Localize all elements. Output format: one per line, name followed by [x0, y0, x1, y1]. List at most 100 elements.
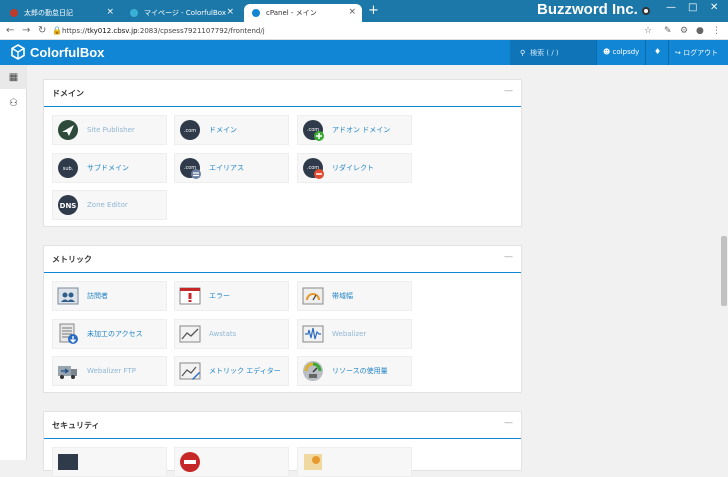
- sidebar-item-users[interactable]: ⚇: [0, 91, 27, 115]
- svg-text:.com: .com: [184, 128, 196, 134]
- user-name: colpsdy: [612, 48, 640, 56]
- visitors-icon: [57, 287, 79, 305]
- reload-icon[interactable]: ↻: [38, 25, 46, 37]
- user-icon: ☻: [603, 48, 611, 56]
- browser-tab[interactable]: 太郎の勤怠日記 ×: [2, 4, 120, 22]
- collapse-icon[interactable]: —: [504, 252, 513, 262]
- item-label: 帯域幅: [332, 292, 353, 300]
- collapse-icon[interactable]: —: [504, 418, 513, 428]
- bell-icon[interactable]: ♦: [654, 47, 661, 56]
- redirects-link[interactable]: .com リダイレクト: [297, 153, 412, 183]
- site-publisher-icon: [58, 120, 78, 140]
- panel-header[interactable]: ドメイン —: [44, 80, 521, 107]
- window-title: Buzzword Inc.: [537, 1, 638, 18]
- record-icon: [642, 7, 650, 15]
- user-menu[interactable]: ☻ colpsdy: [603, 48, 639, 56]
- brand-name: ColorfulBox: [30, 44, 105, 60]
- zone-editor-link[interactable]: DNS Zone Editor: [52, 190, 167, 220]
- browser-tab[interactable]: マイページ - ColorfulBox ×: [122, 4, 240, 22]
- browser-tabstrip: 太郎の勤怠日記 × マイページ - ColorfulBox × cPanel -…: [0, 0, 728, 22]
- close-icon[interactable]: ×: [226, 7, 234, 17]
- forward-icon[interactable]: →: [22, 25, 30, 37]
- addon-domains-link[interactable]: .com アドオン ドメイン: [297, 115, 412, 145]
- item-label: Zone Editor: [87, 201, 128, 209]
- tab-title: マイページ - ColorfulBox: [144, 9, 226, 17]
- webalizer-icon: [302, 325, 324, 343]
- awstats-icon: [179, 325, 201, 343]
- panel-header[interactable]: セキュリティ —: [44, 412, 521, 439]
- panel-header[interactable]: メトリック —: [44, 246, 521, 273]
- bandwidth-link[interactable]: 帯域幅: [297, 281, 412, 311]
- bandwidth-icon: [302, 287, 324, 305]
- item-label: リダイレクト: [332, 164, 374, 172]
- svg-text:sub.: sub.: [63, 166, 74, 172]
- addon-domain-icon: .com: [303, 120, 324, 141]
- tab-favicon-icon: [10, 9, 18, 17]
- url-scheme: https://: [62, 27, 88, 35]
- webalizer-ftp-icon: [58, 366, 77, 379]
- errors-link[interactable]: エラー: [174, 281, 289, 311]
- panel-metrics: メトリック — 訪問者 エラー 帯域幅 未加工のアクセス Awstats Web…: [43, 245, 522, 393]
- webalizer-link[interactable]: Webalizer: [297, 319, 412, 349]
- domains-link[interactable]: .com ドメイン: [174, 115, 289, 145]
- url-path: :2083/cpsess7921107792/frontend/j: [137, 27, 265, 35]
- menu-icon[interactable]: ⋮: [712, 25, 721, 37]
- panel-title: セキュリティ: [52, 421, 100, 430]
- new-tab-button[interactable]: +: [368, 3, 379, 19]
- sidebar-item-home[interactable]: ▦: [0, 65, 27, 89]
- error-icon: [179, 287, 201, 305]
- url-field[interactable]: https://tky012.cbsv.jp:2083/cpsess792110…: [62, 24, 265, 38]
- panel-security: セキュリティ —: [43, 411, 522, 477]
- address-bar-row: ← → ↻ 🔒 https://tky012.cbsv.jp:2083/cpse…: [0, 22, 728, 40]
- item-label: 訪問者: [87, 292, 108, 300]
- logout-button[interactable]: ↪ ログアウト: [675, 48, 718, 58]
- panel-domains: ドメイン — Site Publisher .com ドメイン .com アドオ…: [43, 79, 522, 227]
- maximize-button[interactable]: □: [688, 2, 697, 13]
- header-divider: [668, 40, 669, 65]
- ssh-icon: [58, 454, 78, 470]
- collapse-icon[interactable]: —: [504, 86, 513, 96]
- visitors-link[interactable]: 訪問者: [52, 281, 167, 311]
- search-icon: ⚲: [520, 48, 526, 57]
- brand-logo[interactable]: ColorfulBox: [10, 44, 104, 60]
- scrollbar-thumb[interactable]: [721, 236, 727, 306]
- lock-icon: 🔒: [52, 26, 62, 35]
- close-icon[interactable]: ×: [106, 7, 114, 17]
- extension-icon[interactable]: ✎: [664, 25, 672, 37]
- metrics-editor-link[interactable]: メトリック エディター: [174, 356, 289, 386]
- item-label: アドオン ドメイン: [332, 126, 391, 134]
- back-icon[interactable]: ←: [6, 25, 14, 37]
- users-icon: ⚇: [9, 97, 18, 109]
- item-label: エラー: [209, 292, 230, 300]
- security-item[interactable]: [297, 447, 412, 477]
- security-item[interactable]: [174, 447, 289, 477]
- browser-tab-active[interactable]: cPanel - メイン ×: [244, 4, 362, 22]
- profile-icon[interactable]: ●: [696, 25, 704, 37]
- close-icon[interactable]: ×: [348, 7, 356, 17]
- awstats-link[interactable]: Awstats: [174, 319, 289, 349]
- security-item[interactable]: [52, 447, 167, 477]
- metrics-editor-icon: [179, 362, 201, 380]
- subdomains-link[interactable]: sub. サブドメイン: [52, 153, 167, 183]
- logout-label: ログアウト: [683, 49, 719, 57]
- search-input[interactable]: ⚲ 検索 ( / ): [510, 40, 596, 65]
- subdomain-icon: sub.: [58, 158, 78, 178]
- tab-title: 太郎の勤怠日記: [24, 9, 73, 17]
- star-icon[interactable]: ☆: [644, 25, 652, 37]
- ssl-icon: [304, 454, 322, 470]
- header-divider: [596, 40, 597, 65]
- item-label: ドメイン: [209, 126, 237, 134]
- raw-access-icon: [59, 323, 78, 344]
- minimize-button[interactable]: —: [666, 2, 676, 13]
- site-publisher-link[interactable]: Site Publisher: [52, 115, 167, 145]
- tab-favicon-icon: [130, 9, 138, 17]
- grid-icon: ▦: [8, 71, 19, 83]
- raw-access-link[interactable]: 未加工のアクセス: [52, 319, 167, 349]
- item-label: 未加工のアクセス: [87, 330, 143, 338]
- window-close-button[interactable]: ✕: [710, 2, 718, 13]
- item-label: Site Publisher: [87, 126, 135, 134]
- resource-usage-link[interactable]: リソースの使用量: [297, 356, 412, 386]
- puzzle-icon[interactable]: ⚙: [680, 25, 688, 37]
- aliases-link[interactable]: .com エイリアス: [174, 153, 289, 183]
- webalizer-ftp-link[interactable]: Webalizer FTP: [52, 356, 167, 386]
